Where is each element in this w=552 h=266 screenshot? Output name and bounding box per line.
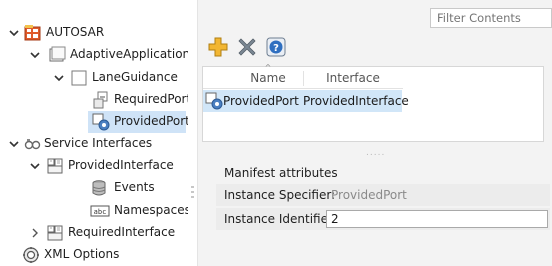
chevron-down-icon[interactable] — [29, 49, 41, 61]
autosar-package-icon — [24, 24, 42, 42]
tree-item-events[interactable]: Events — [0, 177, 188, 199]
tree-item-provided-ports[interactable]: ProvidedPorts — [88, 111, 196, 133]
service-interfaces-icon — [24, 135, 42, 153]
instance-specifier-field — [326, 186, 548, 204]
component-icon — [70, 69, 88, 87]
tree-item-label: LaneGuidance — [92, 70, 178, 84]
column-header-label: Interface — [326, 71, 380, 85]
provided-port-icon — [92, 113, 110, 131]
column-header-interface[interactable]: Interface — [307, 67, 399, 89]
tree-item-required-interface[interactable]: RequiredInterface — [0, 222, 188, 244]
required-port-icon — [92, 91, 110, 109]
instance-identifier-field[interactable] — [326, 210, 548, 228]
add-button[interactable] — [206, 35, 230, 59]
help-icon: ? — [266, 37, 286, 57]
instance-identifier-label: Instance Identifier: — [224, 212, 337, 226]
tree-item-label: AUTOSAR — [46, 25, 105, 39]
manifest-attributes-title: Manifest attributes — [224, 166, 338, 180]
cell-interface: ProvidedInterface — [303, 94, 409, 108]
column-header-label: Name — [250, 71, 286, 85]
tree-item-label: ProvidedPorts — [114, 114, 197, 128]
provided-port-icon — [205, 92, 223, 113]
filter-input[interactable] — [430, 8, 552, 28]
ports-table: ^ Name Interface ProvidedPort ProvidedIn… — [202, 63, 544, 142]
xml-options-icon — [22, 246, 40, 264]
delete-icon — [237, 37, 257, 57]
tree-item-xml-options[interactable]: XML Options — [0, 244, 188, 266]
tree-item-label: Namespaces — [114, 203, 191, 217]
instance-specifier-row: Instance Specifier: — [216, 184, 550, 206]
model-tree: AUTOSAR AdaptiveApplications LaneGuidanc… — [0, 0, 197, 266]
tree-item-label: RequiredInterface — [68, 225, 176, 239]
instance-identifier-row: Instance Identifier: — [216, 208, 550, 230]
tree-item-label: ProvidedInterface — [68, 158, 174, 172]
table-row[interactable]: ProvidedPort ProvidedInterface — [203, 90, 409, 113]
interface-icon — [46, 157, 64, 175]
tree-item-label: Service Interfaces — [44, 136, 153, 150]
help-button[interactable]: ? — [264, 35, 288, 59]
tree-item-provided-interface[interactable]: ProvidedInterface — [0, 155, 188, 177]
chevron-down-icon[interactable] — [8, 27, 20, 39]
cell-name: ProvidedPort — [223, 94, 299, 108]
interface-icon — [46, 224, 64, 242]
events-icon — [90, 179, 108, 197]
folder-icon — [48, 46, 66, 64]
abc-namespace-icon: abc — [90, 202, 110, 220]
delete-button[interactable] — [235, 35, 259, 59]
tree-item-label: Events — [114, 180, 155, 194]
tree-item-service-interfaces[interactable]: Service Interfaces — [0, 133, 188, 155]
table-header: ^ Name Interface — [203, 63, 403, 89]
column-header-name[interactable]: ^ Name — [225, 63, 311, 89]
resize-handle[interactable]: ..... — [366, 148, 385, 158]
panel-splitter[interactable] — [188, 0, 197, 266]
tree-item-label: XML Options — [44, 247, 120, 261]
tree-item-autosar[interactable]: AUTOSAR — [0, 22, 188, 44]
chevron-right-icon[interactable] — [29, 227, 41, 239]
tree-item-label: AdaptiveApplications — [70, 47, 197, 61]
tree-item-namespaces[interactable]: abc Namespaces — [0, 200, 191, 222]
tree-item-required-ports[interactable]: RequiredPorts — [0, 89, 197, 111]
instance-specifier-label: Instance Specifier: — [224, 188, 336, 202]
tree-item-lane-guidance[interactable]: LaneGuidance — [0, 67, 188, 89]
add-icon — [208, 37, 228, 57]
properties-panel: ? ^ Name Interface ProvidedPort — [197, 0, 552, 266]
tree-item-adaptive-applications[interactable]: AdaptiveApplications — [0, 44, 196, 66]
chevron-down-icon[interactable] — [29, 160, 41, 172]
chevron-down-icon[interactable] — [53, 72, 65, 84]
chevron-down-icon[interactable] — [8, 138, 20, 150]
sort-ascending-icon: ^ — [264, 63, 272, 72]
tree-item-label: RequiredPorts — [114, 92, 198, 106]
svg-text:abc: abc — [94, 208, 107, 216]
manifest-attributes-group: Manifest attributes Instance Specifier: … — [210, 158, 550, 240]
svg-text:?: ? — [273, 43, 279, 54]
